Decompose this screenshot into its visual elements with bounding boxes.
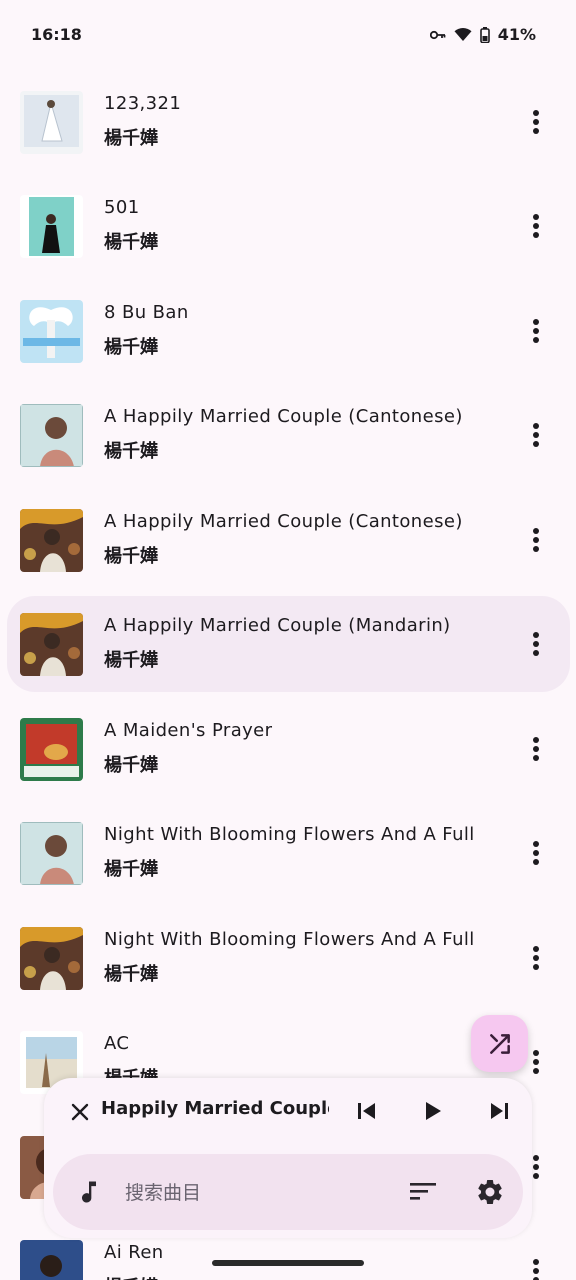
song-row[interactable]: A Happily Married Couple (Mandarin) 楊千嬅 — [0, 592, 576, 696]
home-indicator[interactable] — [212, 1260, 364, 1266]
gear-icon — [478, 1180, 502, 1204]
song-artist: 楊千嬅 — [104, 859, 158, 880]
album-cover — [20, 822, 83, 885]
more-vert-icon — [533, 110, 539, 134]
settings-button[interactable] — [474, 1176, 506, 1208]
more-vert-icon — [533, 1155, 539, 1179]
next-button[interactable] — [484, 1096, 514, 1126]
more-options-button[interactable] — [516, 1249, 556, 1280]
song-artist: 楊千嬅 — [104, 755, 158, 776]
selected-row-highlight — [7, 596, 570, 692]
more-vert-icon — [533, 528, 539, 552]
close-button[interactable] — [66, 1098, 94, 1126]
song-title: A Happily Married Couple (Mandarin) — [104, 615, 451, 636]
song-title: A Happily Married Couple (Cantonese) — [104, 406, 463, 427]
more-vert-icon — [533, 214, 539, 238]
song-row[interactable]: 501 楊千嬅 — [0, 174, 576, 278]
status-icons: 41% — [429, 25, 536, 44]
song-row[interactable]: Night With Blooming Flowers And A Full 楊千… — [0, 801, 576, 905]
song-title: A Maiden's Prayer — [104, 720, 273, 741]
more-options-button[interactable] — [516, 100, 556, 144]
battery-icon — [479, 26, 490, 43]
sort-button[interactable] — [408, 1176, 438, 1206]
album-cover — [20, 195, 83, 258]
more-vert-icon — [533, 319, 539, 343]
mini-player: Happily Married Couple ( — [44, 1078, 532, 1238]
shuffle-icon — [489, 1033, 510, 1054]
more-options-button[interactable] — [516, 204, 556, 248]
battery-percent: 41% — [497, 25, 536, 44]
more-vert-icon — [533, 1050, 539, 1074]
song-row[interactable]: 8 Bu Ban 楊千嬅 — [0, 279, 576, 383]
song-artist: 楊千嬅 — [104, 441, 158, 462]
more-vert-icon — [533, 632, 539, 656]
album-cover — [20, 404, 83, 467]
vpn-key-icon — [429, 30, 446, 40]
skip-previous-icon — [358, 1103, 375, 1119]
song-title: AC — [104, 1033, 130, 1054]
song-row[interactable]: 123,321 楊千嬅 — [0, 70, 576, 174]
song-title: 8 Bu Ban — [104, 302, 189, 323]
song-artist: 楊千嬅 — [104, 232, 158, 253]
skip-next-icon — [491, 1103, 508, 1119]
album-cover — [20, 300, 83, 363]
song-row[interactable]: A Happily Married Couple (Cantonese) 楊千嬅 — [0, 488, 576, 592]
close-icon — [71, 1103, 89, 1121]
status-time: 16:18 — [31, 25, 82, 44]
album-cover — [20, 91, 83, 154]
play-icon — [426, 1102, 441, 1120]
song-title: Night With Blooming Flowers And A Full — [104, 824, 475, 845]
song-title: 123,321 — [104, 93, 182, 114]
song-row[interactable]: A Happily Married Couple (Cantonese) 楊千嬅 — [0, 383, 576, 487]
previous-button[interactable] — [352, 1096, 382, 1126]
sort-icon — [410, 1183, 436, 1200]
song-title: A Happily Married Couple (Cantonese) — [104, 511, 463, 532]
song-row[interactable]: Night With Blooming Flowers And A Full 楊千… — [0, 906, 576, 1010]
song-artist: 楊千嬅 — [104, 128, 158, 149]
app-screen: 16:18 41% 123,321 楊千嬅 501 楊千嬅 8 Bu Ban 楊千嬅 A H… — [0, 0, 576, 1280]
shuffle-button[interactable] — [471, 1015, 528, 1072]
album-cover — [20, 613, 83, 676]
status-bar: 16:18 41% — [0, 0, 576, 70]
song-title: Night With Blooming Flowers And A Full — [104, 929, 475, 950]
more-options-button[interactable] — [516, 831, 556, 875]
song-artist: 楊千嬅 — [104, 1273, 158, 1280]
song-artist: 楊千嬅 — [104, 964, 158, 985]
more-options-button[interactable] — [516, 309, 556, 353]
now-playing-title[interactable]: Happily Married Couple ( — [101, 1098, 329, 1119]
more-vert-icon — [533, 841, 539, 865]
album-cover — [20, 927, 83, 990]
more-vert-icon — [533, 423, 539, 447]
search-bar — [53, 1154, 523, 1230]
more-options-button[interactable] — [516, 727, 556, 771]
album-cover — [20, 718, 83, 781]
song-row[interactable]: A Maiden's Prayer 楊千嬅 — [0, 697, 576, 801]
more-vert-icon — [533, 946, 539, 970]
song-artist: 楊千嬅 — [104, 337, 158, 358]
music-note-icon — [75, 1178, 103, 1206]
song-artist: 楊千嬅 — [104, 650, 158, 671]
album-cover — [20, 509, 83, 572]
search-input[interactable] — [123, 1178, 387, 1208]
album-cover — [20, 1240, 83, 1280]
more-vert-icon — [533, 1259, 539, 1280]
more-options-button[interactable] — [516, 413, 556, 457]
play-button[interactable] — [418, 1096, 448, 1126]
wifi-icon — [454, 27, 472, 42]
more-options-button[interactable] — [516, 518, 556, 562]
more-options-button[interactable] — [516, 622, 556, 666]
more-options-button[interactable] — [516, 936, 556, 980]
more-vert-icon — [533, 737, 539, 761]
song-title: 501 — [104, 197, 140, 218]
song-artist: 楊千嬅 — [104, 546, 158, 567]
